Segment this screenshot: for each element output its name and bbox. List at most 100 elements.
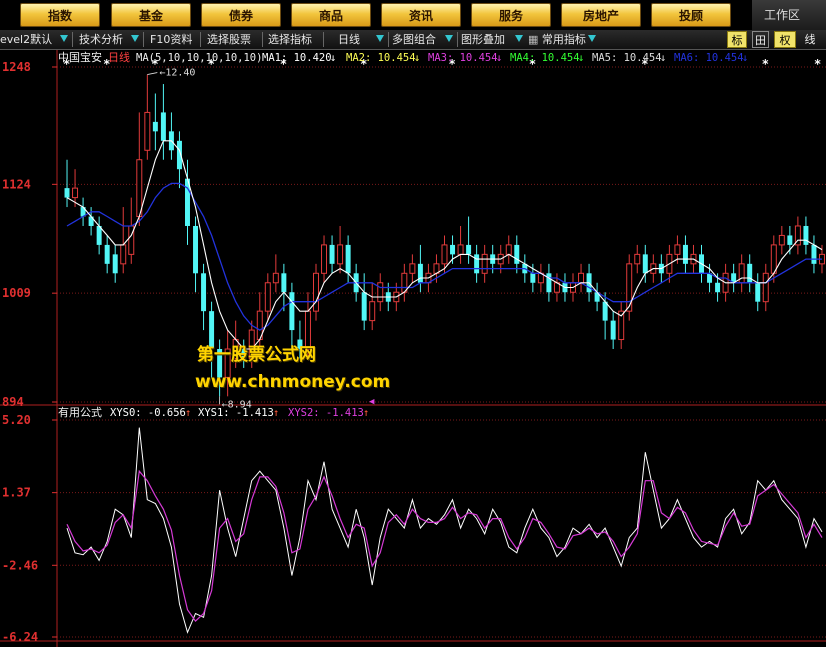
- chart-labels: 124811241009894←12.40←8.94中国宝安 日线 MA(5,10,…: [2, 50, 748, 644]
- nav-2-button[interactable]: 基金: [111, 3, 191, 27]
- osc-tick-label: 5.20: [2, 413, 31, 427]
- level2-default-menu[interactable]: evel2默认: [0, 30, 52, 49]
- candlestick-series: [64, 74, 825, 397]
- candle-body-down: [803, 225, 809, 245]
- candle-body-up: [321, 244, 328, 274]
- chevron-down-icon[interactable]: [60, 35, 68, 42]
- high-pointer: [147, 72, 158, 75]
- nav-8-button[interactable]: 投顾: [651, 3, 731, 27]
- workspace-button[interactable]: 工作区: [752, 0, 826, 30]
- multi-chart-menu[interactable]: 多图组合: [392, 30, 436, 49]
- toolbar-divider: [72, 32, 73, 47]
- candle-body-down: [715, 282, 721, 293]
- technical-analysis-menu[interactable]: 技术分析: [79, 30, 123, 49]
- candle-body-down: [474, 254, 480, 274]
- top-navigation: 指数 基金 债券 商品 资讯 服务 房地产 投顾: [0, 0, 826, 30]
- indicator-icon: ▦: [528, 33, 539, 46]
- candle-body-down: [450, 244, 456, 255]
- ma6-legend: MA6: 10.454: [674, 52, 744, 64]
- candle-body-down: [345, 244, 351, 274]
- candle-body-down: [201, 273, 207, 312]
- candle-body-up: [369, 301, 376, 322]
- price-tick-label: 1124: [2, 177, 31, 191]
- ma5-legend: MA5: 10.454: [592, 52, 662, 64]
- candle-body-up: [272, 272, 279, 284]
- chevron-down-icon[interactable]: [445, 35, 453, 42]
- candle-body-up: [136, 159, 143, 218]
- candle-body-up: [778, 234, 785, 246]
- grid-tool-button[interactable]: 田: [752, 31, 769, 48]
- arrow-down-icon: ↓: [578, 52, 584, 64]
- arrow-down-icon: ↓: [496, 52, 502, 64]
- arrow-down-icon: ↓: [660, 52, 666, 64]
- candle-body-up: [120, 244, 127, 265]
- candle-body-down: [811, 244, 817, 264]
- nav-3-button[interactable]: 债券: [201, 3, 281, 27]
- osc-tick-label: 1.37: [2, 486, 31, 500]
- rights-adjust-button[interactable]: 权: [774, 31, 796, 48]
- candle-body-up: [481, 253, 488, 274]
- candle-body-down: [514, 244, 520, 264]
- chevron-down-icon[interactable]: [515, 35, 523, 42]
- f10-info-button[interactable]: F10资料: [150, 30, 192, 49]
- nav-1-button[interactable]: 指数: [20, 3, 100, 27]
- chevron-down-icon[interactable]: [131, 35, 139, 42]
- chevron-down-icon[interactable]: [376, 35, 384, 42]
- line-tool-button[interactable]: 线: [800, 31, 820, 48]
- indicator-title-label: 有用公式: [58, 405, 102, 419]
- select-indicator-button[interactable]: 选择指标: [268, 30, 312, 49]
- select-stock-button[interactable]: 选择股票: [207, 30, 251, 49]
- arrow-up-icon: ↑: [273, 407, 279, 419]
- chart-grid: [0, 50, 826, 647]
- technical-analysis-label: 技术分析: [79, 33, 123, 46]
- candle-body-down: [112, 254, 118, 274]
- toolbar-divider: [200, 32, 201, 47]
- candle-body-down: [546, 273, 552, 293]
- nav-6-button[interactable]: 服务: [471, 3, 551, 27]
- candle-body-up: [72, 187, 79, 199]
- candle-body-up: [674, 244, 681, 255]
- candle-body-down: [466, 244, 472, 255]
- candle-body-down: [747, 263, 753, 283]
- ma4-legend: MA4: 10.454: [510, 52, 580, 64]
- arrow-down-icon: ↓: [414, 52, 420, 64]
- ma1-legend: MA1: 10.420: [262, 52, 332, 64]
- stock-name-label: 中国宝安: [58, 50, 102, 64]
- xys1-legend: XYS1: -1.413: [198, 407, 274, 419]
- nav-5-button[interactable]: 资讯: [381, 3, 461, 27]
- scroll-marker: ◀: [369, 397, 375, 407]
- candle-body-up: [505, 244, 512, 255]
- watermark-title: 第一股票公式网: [197, 345, 316, 365]
- candle-body-up: [409, 263, 416, 274]
- multi-chart-label: 多图组合: [392, 33, 436, 46]
- candle-body-down: [152, 121, 158, 132]
- chevron-down-icon[interactable]: [588, 35, 596, 42]
- candle-body-up: [313, 272, 319, 312]
- osc-tick-label: -6.24: [2, 630, 38, 644]
- candle-body-up: [441, 244, 448, 265]
- candle-body-up: [578, 272, 585, 284]
- period-menu[interactable]: 日线: [338, 30, 360, 49]
- candle-body-down: [642, 254, 648, 274]
- watermark-url: www.chnmoney.com: [195, 372, 391, 392]
- candle-body-down: [160, 112, 166, 141]
- mark-tool-button[interactable]: 标: [727, 31, 747, 48]
- nav-4-button[interactable]: 商品: [291, 3, 371, 27]
- candle-body-up: [770, 244, 777, 274]
- candle-body-down: [193, 225, 199, 274]
- candle-body-up: [144, 111, 151, 151]
- candle-body-down: [361, 292, 367, 321]
- nav-7-button[interactable]: 房地产: [561, 3, 641, 27]
- candle-body-down: [281, 273, 287, 293]
- level2-default-label: evel2默认: [0, 33, 53, 46]
- arrow-down-icon: ↓: [742, 52, 748, 64]
- overlay-menu[interactable]: 图形叠加: [461, 30, 505, 49]
- candle-body-down: [530, 273, 536, 283]
- candle-body-down: [682, 244, 688, 264]
- osc-tick-label: -2.46: [2, 558, 38, 572]
- common-indicator-menu[interactable]: ▦ 常用指标: [528, 30, 586, 49]
- overlay-label: 图形叠加: [461, 33, 505, 46]
- period-label: 日线: [338, 33, 360, 46]
- stock-chart[interactable]: * * * * * * * * * * *◀ 124811241009894←12.40←8.94中…: [0, 50, 826, 647]
- high-price-label: ←12.40: [159, 68, 195, 79]
